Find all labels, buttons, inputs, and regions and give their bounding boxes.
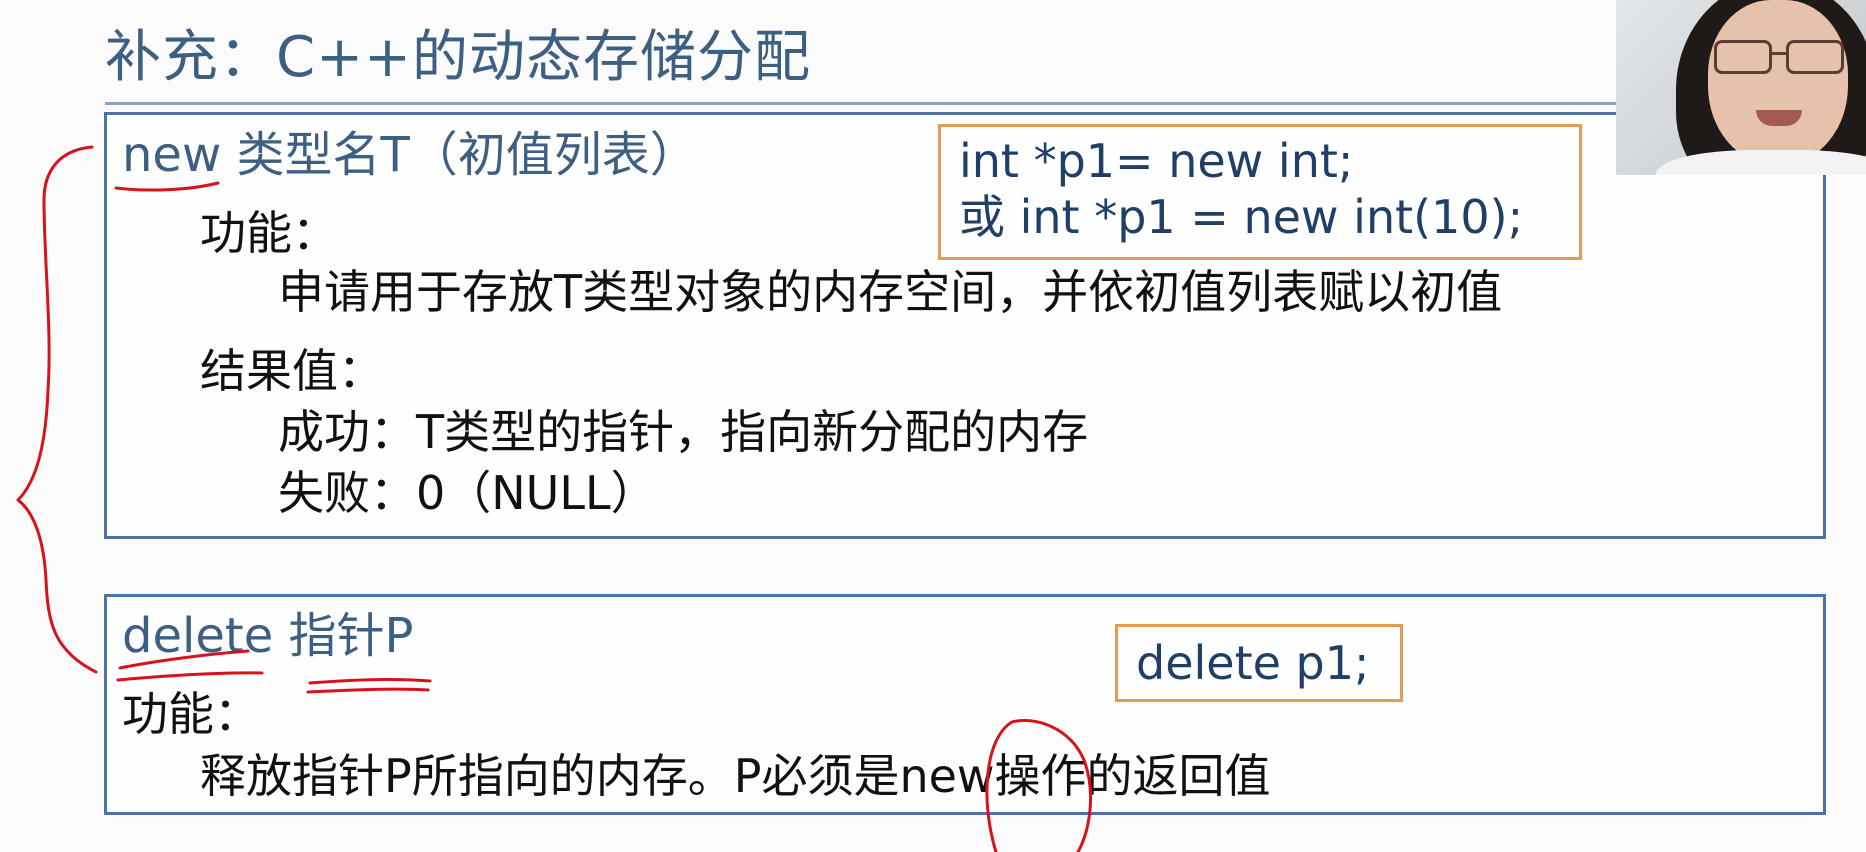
delete-heading: delete 指针P [122,608,414,664]
presenter-webcam [1616,0,1866,175]
new-success-text: 成功：T类型的指针，指向新分配的内存 [278,405,1089,459]
curly-brace-annotation [16,145,98,674]
delete-function-label: 功能： [122,687,260,741]
new-code-line-1: int *p1= new int; [959,134,1354,188]
delete-code-example: delete p1; [1115,624,1403,702]
presenter-face [1708,0,1848,165]
slide-title: 补充：C++的动态存储分配 [105,25,811,90]
new-code-line-2: 或 int *p1 = new int(10); [959,190,1524,244]
delete-code-line-1: delete p1; [1136,636,1370,690]
new-function-label: 功能： [200,206,338,260]
title-underline [105,102,1825,105]
delete-function-desc: 释放指针P所指向的内存。P必须是new操作的返回值 [200,749,1271,803]
new-heading: new 类型名T（初值列表） [122,127,698,183]
new-function-desc: 申请用于存放T类型对象的内存空间，并依初值列表赋以初值 [278,265,1503,319]
new-code-example: int *p1= new int; 或 int *p1 = new int(10… [938,124,1582,260]
glasses-icon [1714,40,1844,74]
new-result-label: 结果值： [200,344,384,398]
new-failure-text: 失败：0（NULL） [278,466,657,520]
